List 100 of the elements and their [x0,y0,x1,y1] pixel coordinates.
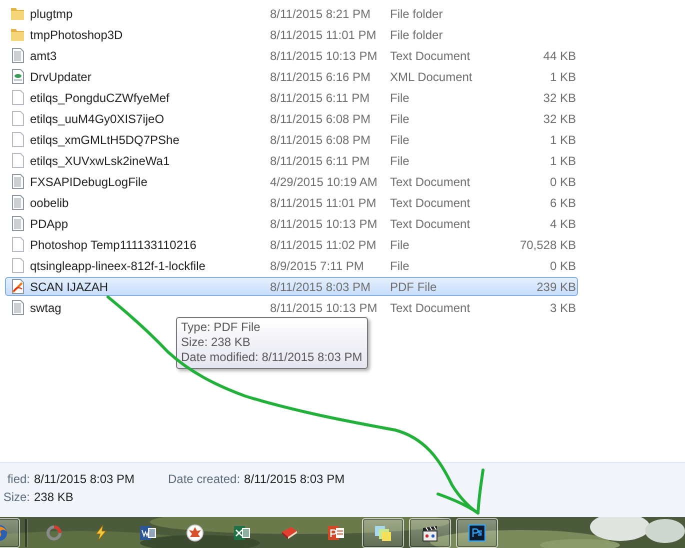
file-name: tmpPhotoshop3D [30,28,124,42]
file-row[interactable]: etilqs_PongduCZWfyeMef 8/11/2015 6:11 PM File 32 KB [5,88,578,107]
date-modified: 8/11/2015 10:13 PM [270,216,378,230]
file-row[interactable]: DrvUpdater 8/11/2015 6:16 PM XML Document 1 KB [5,67,578,86]
detail-label: Size: [3,490,30,506]
tooltip-text: Date modified: 8/11/2015 8:03 PM [181,350,362,365]
date-modified: 8/11/2015 6:08 PM [270,112,372,126]
folder-icon [10,26,26,43]
date-modified: 8/11/2015 8:03 PM [270,280,372,294]
date-modified: 8/11/2015 6:08 PM [270,132,372,146]
file-size: 3 KB [550,300,576,314]
file-row[interactable]: etilqs_XUVxwLsk2ineWa1 8/11/2015 6:11 PM File 1 KB [5,151,578,170]
file-name: FXSAPIDebugLogFile [30,174,148,188]
file-type: File [390,258,410,272]
file-size: 239 KB [536,280,576,294]
file-row[interactable]: tmpPhotoshop3D 8/11/2015 11:01 PM File folder [5,25,578,44]
date-modified: 8/11/2015 11:02 PM [270,238,378,252]
detail-label: Date created: [168,472,240,488]
blank-file-icon [10,236,26,253]
file-size: 32 KB [543,112,576,126]
file-name: DrvUpdater [30,70,92,84]
file-type: XML Document [390,70,474,84]
file-name: oobelib [30,196,70,210]
date-modified: 8/9/2015 7:11 PM [270,258,365,272]
file-type: File [390,132,410,146]
file-type: File [390,112,410,126]
file-row[interactable]: swtag 8/11/2015 10:13 PM Text Document 3 KB [5,298,578,317]
date-modified: 8/11/2015 10:13 PM [270,300,378,314]
file-name: etilqs_PongduCZWfyeMef [30,90,170,104]
file-size: 0 KB [550,258,576,272]
date-modified: 8/11/2015 11:01 PM [270,28,378,42]
taskbar-button[interactable] [362,518,404,548]
file-name: PDApp [30,216,70,230]
file-size: 1 KB [550,70,576,84]
file-type: Text Document [390,48,472,62]
xml-file-icon [10,68,26,85]
text-file-icon [10,215,26,232]
file-size: 0 KB [550,174,576,188]
file-name: swtag [30,300,62,314]
file-name: etilqs_XUVxwLsk2ineWa1 [30,154,171,168]
text-file-icon [10,194,26,211]
file-size: 1 KB [550,154,576,168]
file-type: Text Document [390,174,472,188]
pdf-file-icon [10,278,26,295]
file-type: File [390,154,410,168]
file-type: File [390,90,410,104]
file-type: File folder [390,6,444,20]
blank-file-icon [10,152,26,169]
date-modified: 8/11/2015 6:11 PM [270,90,371,104]
date-modified: 8/11/2015 11:01 PM [270,196,378,210]
file-size: 4 KB [550,216,576,230]
file-size: 1 KB [550,132,576,146]
text-file-icon [10,299,26,316]
file-type: Text Document [390,300,472,314]
file-size: 44 KB [543,48,576,62]
editor-icon [467,522,487,542]
file-row[interactable]: Photoshop Temp111133110216 8/11/2015 11:02 PM File 70,528 KB [5,235,578,254]
detail-value: 8/11/2015 8:03 PM [244,472,346,488]
date-modified: 8/11/2015 6:11 PM [270,154,371,168]
detail-value: 238 KB [34,490,74,506]
blank-file-icon [10,110,26,127]
ring-icon [44,522,64,542]
file-row[interactable]: qtsingleapp-lineex-812f-1-lockfile 8/9/2015 7:11 PM File 0 KB [5,256,578,275]
blank-file-icon [10,257,26,274]
file-name: SCAN IJAZAH [30,280,110,294]
file-size: 6 KB [550,196,576,210]
taskbar-button[interactable] [456,518,498,548]
date-modified: 8/11/2015 10:13 PM [270,48,378,62]
tooltip-text: Size: 238 KB [181,335,252,350]
taskbar-button[interactable] [409,518,451,548]
text-file-icon [10,173,26,190]
file-name: etilqs_xmGMLtH5DQ7PShe [30,132,180,146]
file-name: plugtmp [30,6,74,20]
file-type: Text Document [390,196,472,210]
file-row[interactable]: etilqs_xmGMLtH5DQ7PShe 8/11/2015 6:08 PM File 1 KB [5,130,578,149]
file-name: qtsingleapp-lineex-812f-1-lockfile [30,258,206,272]
file-row[interactable]: FXSAPIDebugLogFile 4/29/2015 10:19 AM Text Document 0 KB [5,172,578,191]
file-type: Text Document [390,216,472,230]
file-size: 70,528 KB [520,238,576,252]
file-row[interactable]: PDApp 8/11/2015 10:13 PM Text Document 4 KB [5,214,578,233]
text-file-icon [10,47,26,64]
tooltip-text: Type: PDF File [181,320,262,335]
file-name: etilqs_uuM4Gy0XIS7ijeO [30,112,166,126]
blank-file-icon [10,89,26,106]
file-size: 32 KB [543,90,576,104]
blank-file-icon [10,131,26,148]
file-type: File [390,238,410,252]
file-name: Photoshop Temp111133110216 [30,238,198,252]
file-row[interactable]: amt3 8/11/2015 10:13 PM Text Document 44 KB [5,46,578,65]
date-modified: 8/11/2015 8:21 PM [270,6,372,20]
file-row[interactable]: SCAN IJAZAH 8/11/2015 8:03 PM PDF File 239 KB [5,277,578,296]
file-type: File folder [390,28,444,42]
date-modified: 4/29/2015 10:19 AM [270,174,378,188]
file-type: PDF File [390,280,438,294]
detail-label: fied: [7,472,30,488]
folder-icon [10,5,26,22]
file-row[interactable]: etilqs_uuM4Gy0XIS7ijeO 8/11/2015 6:08 PM File 32 KB [5,109,578,128]
date-modified: 8/11/2015 6:16 PM [270,70,372,84]
file-row[interactable]: oobelib 8/11/2015 11:01 PM Text Document 6 KB [5,193,578,212]
file-row[interactable]: plugtmp 8/11/2015 8:21 PM File folder [5,4,578,23]
